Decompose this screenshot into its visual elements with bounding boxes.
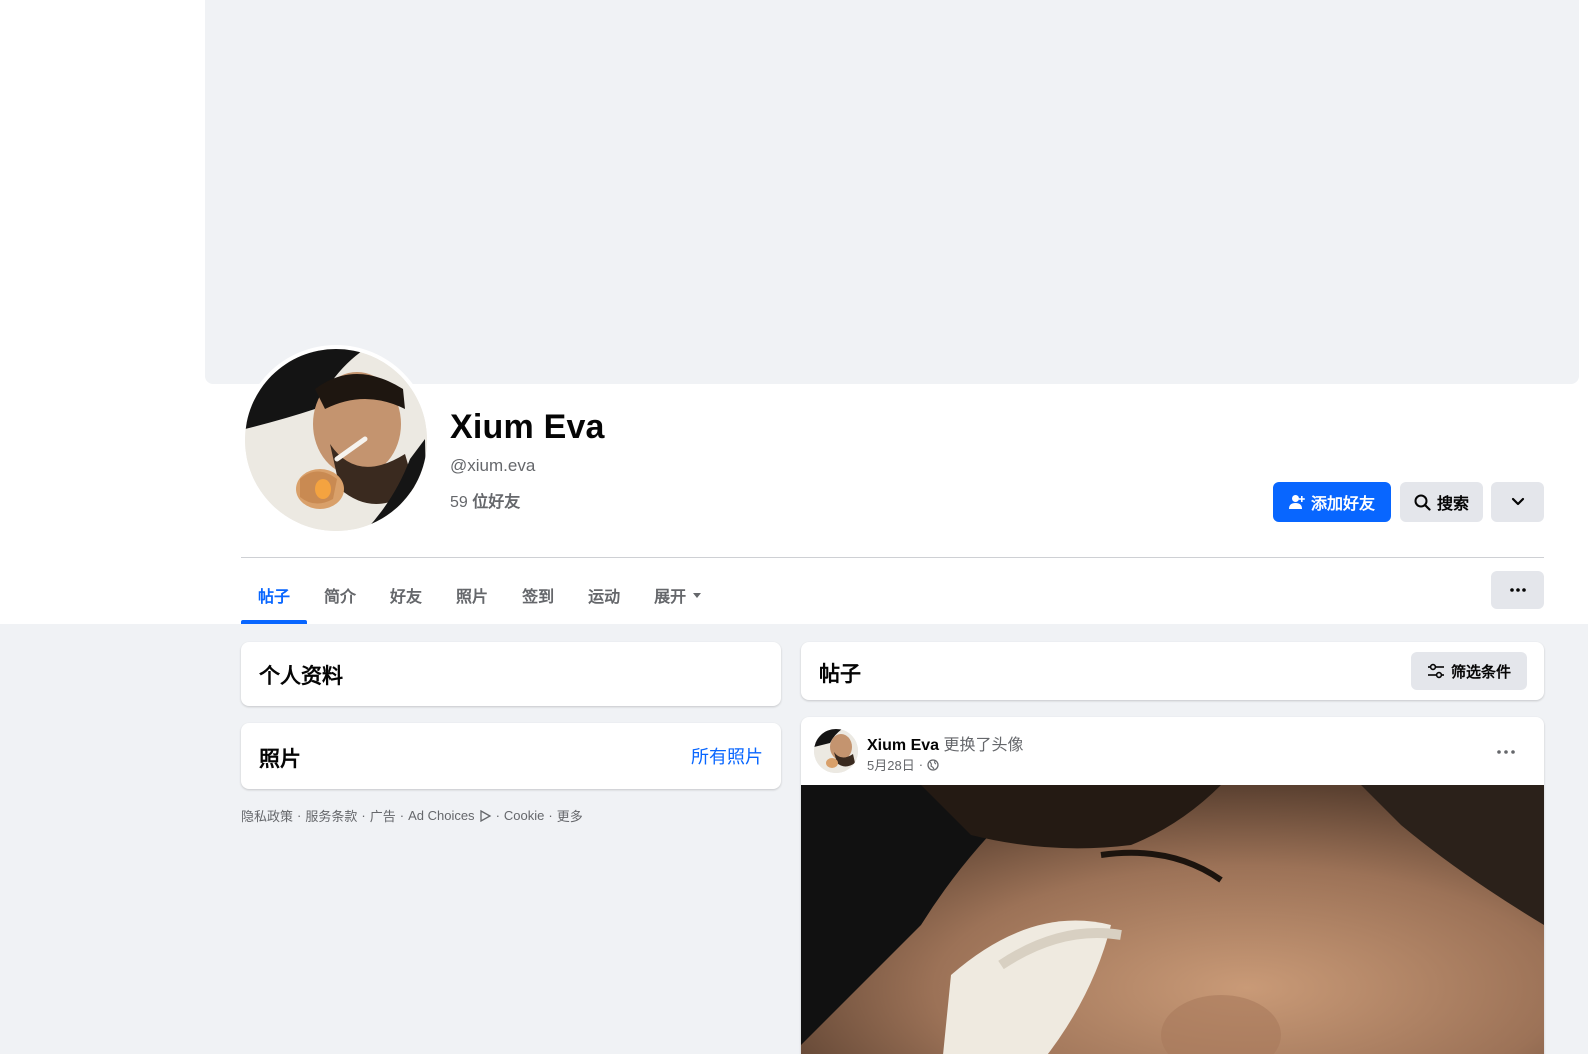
post-options-button[interactable] [1488,737,1524,767]
cover-photo[interactable] [205,0,1579,384]
tab-sports[interactable]: 运动 [571,566,637,624]
intro-card: 个人资料 [241,642,781,706]
tab-checkins-label: 签到 [522,589,555,606]
filter-button[interactable]: 筛选条件 [1411,652,1527,690]
caret-down-icon [693,592,702,598]
profile-tabs: 帖子 简介 好友 照片 签到 运动 展开 [241,566,718,624]
footer-links: 隐私政策 · 服务条款 · 广告 · Ad Choices · Cookie ·… [241,806,583,825]
expand-profile-button[interactable] [1491,482,1544,522]
chevron-down-icon [1511,497,1524,506]
add-person-icon [1288,495,1305,509]
more-dots-icon [1509,588,1526,592]
friend-count-number: 59 [450,494,468,511]
add-friend-label: 添加好友 [1310,496,1375,513]
globe-icon [927,758,939,771]
profile-name: Xium Eva [450,408,605,446]
post-author-avatar[interactable] [814,729,858,773]
tab-photos-label: 照片 [456,589,489,606]
photos-title: 照片 [259,748,301,771]
post-photo-illustration [801,785,1544,1054]
friend-count[interactable]: 59 位好友 [450,488,520,512]
avatar-illustration [245,349,427,531]
post-date[interactable]: 5月28日 [867,755,915,774]
ad-choices-icon [479,809,491,822]
avatar-image [245,349,427,531]
search-icon [1414,494,1431,511]
footer-cookie[interactable]: Cookie [504,808,544,823]
footer-privacy[interactable]: 隐私政策 [241,806,293,825]
tab-friends[interactable]: 好友 [373,566,439,624]
footer-ads[interactable]: 广告 [370,806,396,825]
post-meta: 5月28日 · [867,755,939,774]
filter-label: 筛选条件 [1450,663,1511,681]
more-dots-icon [1497,750,1515,754]
tab-photos[interactable]: 照片 [439,566,505,624]
footer-terms[interactable]: 服务条款 [305,806,357,825]
tab-friends-label: 好友 [390,589,423,606]
tab-sports-label: 运动 [588,589,621,606]
footer-separator: · [548,808,553,823]
post-action-text: 更换了头像 [943,737,1024,754]
posts-header-card: 帖子 筛选条件 [801,642,1544,700]
tab-more[interactable]: 展开 [637,566,718,624]
tab-more-label: 展开 [654,589,687,606]
search-label: 搜索 [1436,496,1469,513]
tab-about[interactable]: 简介 [307,566,373,624]
post-author-name[interactable]: Xium Eva [867,737,939,754]
profile-options-button[interactable] [1491,571,1544,609]
tab-posts-label: 帖子 [258,589,291,606]
footer-separator: · [297,808,302,823]
tab-posts[interactable]: 帖子 [241,566,308,624]
footer-more[interactable]: 更多 [557,806,583,825]
header-divider [241,557,1544,558]
photos-card: 照片 所有照片 [241,723,781,789]
post-card: Xium Eva 更换了头像 5月28日 · [801,717,1544,1054]
intro-title: 个人资料 [259,665,343,688]
post-author-line: Xium Eva 更换了头像 [867,731,1024,755]
add-friend-button[interactable]: 添加好友 [1273,482,1391,522]
profile-search-button[interactable]: 搜索 [1400,482,1483,522]
tab-about-label: 简介 [324,589,357,606]
friend-count-label: 位好友 [472,494,521,511]
footer-separator: · [361,808,366,823]
profile-avatar[interactable] [241,345,431,535]
footer-separator: · [495,808,500,823]
posts-title: 帖子 [819,663,861,686]
post-image[interactable] [801,785,1544,1054]
avatar-illustration [814,729,858,773]
tab-checkins[interactable]: 签到 [505,566,571,624]
profile-handle: @xium.eva [450,456,536,475]
footer-ad-choices[interactable]: Ad Choices [408,808,474,823]
post-meta-separator: · [918,757,924,772]
footer-separator: · [399,808,405,823]
all-photos-link[interactable]: 所有照片 [691,743,763,769]
filter-icon [1427,663,1444,679]
